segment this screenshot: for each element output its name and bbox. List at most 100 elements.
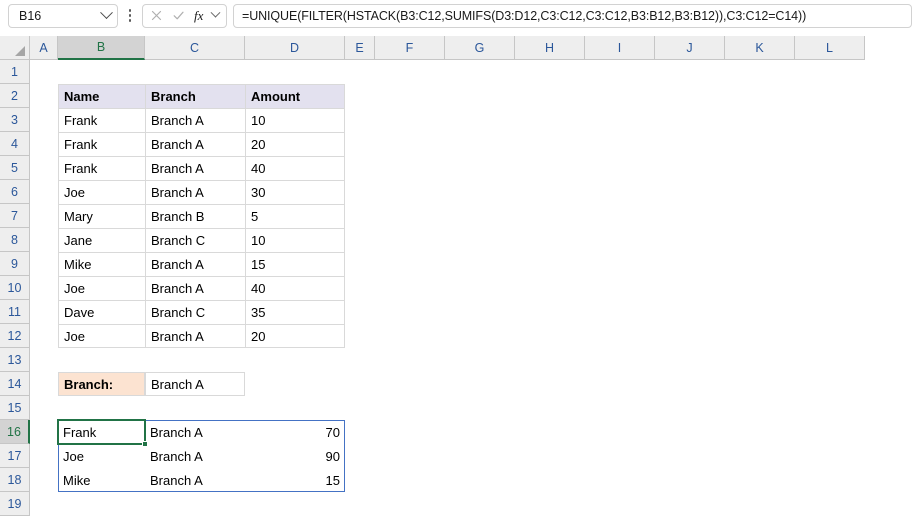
row-header-15[interactable]: 15 [0,396,30,420]
column-header-label: L [826,40,833,55]
result-row[interactable]: Branch A [145,420,245,444]
table-row[interactable]: Joe [58,276,145,300]
table-row[interactable]: 40 [245,156,345,180]
result-row[interactable]: Branch A [145,468,245,492]
row-header-6[interactable]: 6 [0,180,30,204]
row-header-3[interactable]: 3 [0,108,30,132]
cell-text: 15 [251,257,266,272]
result-row[interactable]: 70 [245,420,345,444]
table-header-amount[interactable]: Amount [245,84,345,108]
row-header-1[interactable]: 1 [0,60,30,84]
cell-text: Branch A [151,185,204,200]
table-row[interactable]: Branch C [145,300,245,324]
column-header-b[interactable]: B [58,36,145,60]
cell-text: Name [64,89,100,104]
row-header-5[interactable]: 5 [0,156,30,180]
chevron-down-icon[interactable] [100,6,113,20]
table-header-branch[interactable]: Branch [145,84,245,108]
cell-text: 5 [251,209,259,224]
table-row[interactable]: Branch A [145,276,245,300]
table-row[interactable]: 5 [245,204,345,228]
table-row[interactable]: Frank [58,108,145,132]
table-row[interactable]: Mary [58,204,145,228]
column-header-k[interactable]: K [725,36,795,60]
formula-text: =UNIQUE(FILTER(HSTACK(B3:C12,SUMIFS(D3:D… [242,8,807,23]
branch-filter-label[interactable]: Branch: [58,372,145,396]
row-header-label: 1 [11,64,18,79]
row-header-11[interactable]: 11 [0,300,30,324]
result-row[interactable]: Joe [58,444,145,468]
fill-handle[interactable] [142,441,148,447]
table-row[interactable]: Branch A [145,132,245,156]
table-row[interactable]: Branch C [145,228,245,252]
column-header-l[interactable]: L [795,36,865,60]
table-row[interactable]: Jane [58,228,145,252]
row-header-14[interactable]: 14 [0,372,30,396]
row-header-16[interactable]: 16 [0,420,30,444]
table-row[interactable]: 30 [245,180,345,204]
cell-text: Frank [64,137,98,152]
insert-function-icon[interactable]: fx [194,7,221,23]
row-header-13[interactable]: 13 [0,348,30,372]
table-row[interactable]: Branch A [145,252,245,276]
column-header-d[interactable]: D [245,36,345,60]
table-row[interactable]: Branch A [145,156,245,180]
row-header-19[interactable]: 19 [0,492,30,516]
name-box[interactable]: B16 [8,3,118,28]
table-row[interactable]: Branch B [145,204,245,228]
table-row[interactable]: Frank [58,132,145,156]
result-row[interactable]: 15 [245,468,345,492]
column-header-f[interactable]: F [375,36,445,60]
result-row[interactable]: Branch A [145,444,245,468]
column-header-label: D [289,40,300,55]
cancel-icon[interactable] [150,9,163,22]
table-row[interactable]: 20 [245,324,345,348]
cell-canvas[interactable]: Name Branch Amount Frank Branch A 10 Frank Bran… [30,60,920,516]
enter-icon[interactable] [172,9,185,22]
row-header-7[interactable]: 7 [0,204,30,228]
column-header-label: C [189,40,200,55]
row-header-9[interactable]: 9 [0,252,30,276]
cell-text: 20 [251,328,266,344]
table-row[interactable]: Branch A [145,108,245,132]
table-row[interactable]: Joe [58,324,145,348]
column-header-e[interactable]: E [345,36,375,60]
cell-text: 15 [325,472,340,488]
row-header-label: 17 [7,448,22,463]
row-header-10[interactable]: 10 [0,276,30,300]
row-header-18[interactable]: 18 [0,468,30,492]
more-options-icon[interactable] [120,4,140,28]
table-row[interactable]: 15 [245,252,345,276]
cell-text: 40 [251,161,266,176]
table-row[interactable]: 10 [245,228,345,252]
result-row[interactable]: Frank [58,420,145,444]
table-row[interactable]: Dave [58,300,145,324]
column-header-a[interactable]: A [30,36,58,60]
select-all-corner[interactable] [0,36,30,60]
table-row[interactable]: Branch A [145,324,245,348]
table-row[interactable]: Mike [58,252,145,276]
column-header-i[interactable]: I [585,36,655,60]
column-header-c[interactable]: C [145,36,245,60]
row-header-17[interactable]: 17 [0,444,30,468]
chevron-down-icon[interactable] [210,7,221,18]
row-header-8[interactable]: 8 [0,228,30,252]
table-row[interactable]: 40 [245,276,345,300]
table-row[interactable]: Branch A [145,180,245,204]
table-row[interactable]: 10 [245,108,345,132]
branch-filter-value[interactable]: Branch A [145,372,245,396]
table-header-name[interactable]: Name [58,84,145,108]
row-header-2[interactable]: 2 [0,84,30,108]
result-row[interactable]: Mike [58,468,145,492]
column-header-h[interactable]: H [515,36,585,60]
table-row[interactable]: Frank [58,156,145,180]
column-header-g[interactable]: G [445,36,515,60]
table-row[interactable]: 20 [245,132,345,156]
result-row[interactable]: 90 [245,444,345,468]
row-header-4[interactable]: 4 [0,132,30,156]
row-header-12[interactable]: 12 [0,324,30,348]
table-row[interactable]: Joe [58,180,145,204]
column-header-j[interactable]: J [655,36,725,60]
table-row[interactable]: 35 [245,300,345,324]
formula-input[interactable]: =UNIQUE(FILTER(HSTACK(B3:C12,SUMIFS(D3:D… [233,3,912,28]
